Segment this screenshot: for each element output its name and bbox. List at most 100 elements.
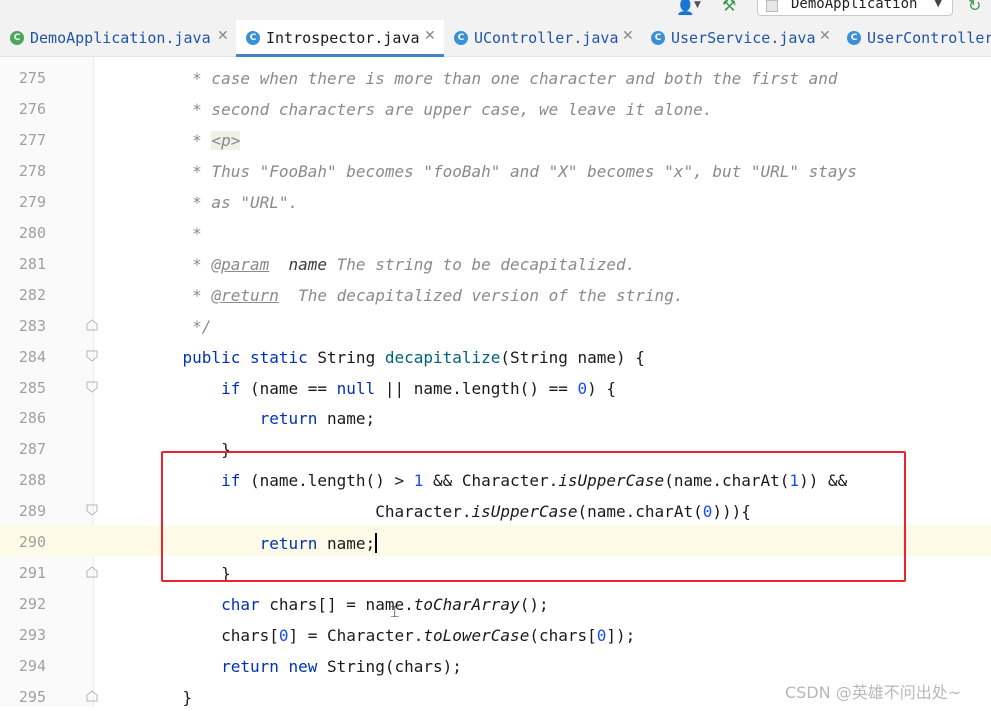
tab-ucontroller[interactable]: C UController.java ✕ [444, 20, 641, 56]
code-token: name [288, 254, 328, 274]
tab-userservice[interactable]: C UserService.java ✕ [641, 20, 837, 56]
code-token: } [144, 688, 193, 707]
code-token: || name.length() == [375, 378, 578, 398]
code-text: * as "URL". [144, 193, 298, 212]
code-text: * Thus "FooBah" becomes "fooBah" and "X"… [144, 162, 857, 181]
code-token: toCharArray [413, 595, 520, 615]
code-token: null [336, 378, 376, 398]
user-icon[interactable]: 👤 [676, 0, 695, 16]
spring-class-icon: C [10, 31, 24, 45]
fold-end-icon[interactable] [86, 566, 98, 578]
line-number: 279 [18, 192, 46, 211]
class-icon: C [246, 31, 260, 45]
code-token: * case when there is more than one chara… [144, 69, 838, 88]
code-text: * <p> [144, 130, 241, 150]
code-text: * @return The decapitalized version of t… [144, 286, 683, 305]
code-token: ]); [606, 626, 636, 646]
class-icon: C [651, 31, 665, 45]
tab-demoapplication[interactable]: C DemoApplication.java ✕ [0, 20, 236, 56]
line-number: 285 [18, 378, 46, 397]
line-number: 278 [18, 161, 46, 180]
code-token: * [144, 130, 212, 150]
code-token: String(chars); [317, 657, 462, 677]
tab-label: UserController [867, 29, 991, 47]
editor-tab-bar: C DemoApplication.java ✕ C Introspector.… [0, 20, 991, 57]
line-number: 288 [18, 471, 46, 490]
code-token: * [144, 254, 212, 274]
run-configuration-select[interactable]: DemoApplication ▼ [757, 0, 953, 16]
code-token: * Thus "FooBah" becomes "fooBah" and "X"… [144, 161, 857, 181]
tab-usercontroller[interactable]: C UserController [837, 20, 991, 56]
code-line[interactable]: 276 * second characters are upper case, … [0, 92, 991, 123]
code-token: The decapitalized version of the string. [278, 285, 684, 305]
line-number: 283 [18, 316, 46, 335]
code-line[interactable]: 275 * case when there is more than one c… [0, 61, 991, 92]
hammer-icon[interactable]: ⚒ [722, 0, 736, 15]
close-icon[interactable]: ✕ [819, 28, 831, 44]
code-line[interactable]: 285 if (name == null || name.length() ==… [0, 371, 991, 402]
code-text: chars[0] = Character.toLowerCase(chars[0… [144, 626, 635, 645]
watermark: CSDN @英雄不问出处~ [785, 683, 962, 702]
line-number: 286 [18, 409, 46, 428]
code-line[interactable]: 286 return name; [0, 401, 991, 432]
code-line[interactable]: 281 * @param name The string to be decap… [0, 247, 991, 278]
fold-start-icon[interactable] [86, 504, 98, 516]
rerun-icon[interactable]: ↻ [968, 0, 981, 15]
code-token: ] = Character. [288, 626, 424, 646]
code-text: * case when there is more than one chara… [144, 69, 838, 88]
line-number: 289 [18, 502, 46, 521]
tab-label: Introspector.java [266, 29, 420, 47]
code-line[interactable]: 293 chars[0] = Character.toLowerCase(cha… [0, 618, 991, 649]
code-text: if (name == null || name.length() == 0) … [144, 379, 616, 398]
code-token: * second characters are upper case, we l… [144, 99, 713, 119]
code-token: * [144, 285, 212, 305]
tab-introspector[interactable]: C Introspector.java ✕ [236, 20, 444, 57]
code-line[interactable]: 282 * @return The decapitalized version … [0, 278, 991, 309]
code-line[interactable]: 277 * <p> [0, 123, 991, 154]
code-token: 0 [278, 626, 289, 646]
line-number: 281 [18, 254, 46, 273]
fold-end-icon[interactable] [86, 318, 98, 331]
tab-label: UserService.java [671, 29, 816, 47]
code-text: public static String decapitalize(String… [144, 348, 645, 367]
code-token: 0 [577, 378, 588, 398]
code-line[interactable]: 294 return new String(chars); [0, 649, 991, 680]
close-icon[interactable]: ✕ [622, 28, 634, 44]
code-text: * @param name The string to be decapital… [144, 255, 635, 274]
code-text: * second characters are upper case, we l… [144, 100, 712, 119]
chevron-down-icon[interactable]: ▼ [694, 0, 701, 10]
fold-end-icon[interactable] [86, 690, 98, 702]
close-icon[interactable]: ✕ [217, 28, 229, 44]
fold-start-icon[interactable] [86, 350, 98, 362]
line-number: 294 [18, 657, 46, 676]
code-line[interactable]: 279 * as "URL". [0, 185, 991, 216]
line-number: 293 [18, 626, 46, 645]
close-icon[interactable]: ✕ [424, 28, 436, 44]
line-number: 280 [18, 223, 46, 242]
code-token: char [221, 595, 260, 615]
code-line[interactable]: 283 */ [0, 309, 991, 340]
line-number: 291 [18, 564, 46, 583]
code-line[interactable]: 278 * Thus "FooBah" becomes "fooBah" and… [0, 154, 991, 185]
code-token: String [307, 347, 385, 367]
code-token: * as "URL". [144, 192, 299, 212]
code-text: char chars[] = name.toCharArray(); [144, 595, 549, 614]
line-number: 292 [18, 595, 46, 614]
tab-label: UController.java [474, 29, 619, 47]
line-number: 276 [18, 99, 46, 118]
code-token: (String name) { [500, 347, 645, 367]
class-icon: C [454, 31, 468, 45]
code-token: The string to be decapitalized. [327, 254, 636, 274]
code-token: return [259, 409, 318, 429]
chevron-down-icon: ▼ [934, 0, 943, 9]
code-line[interactable]: 292 char chars[] = name.toCharArray(); [0, 587, 991, 618]
fold-start-icon[interactable] [86, 381, 98, 393]
code-line[interactable]: 280 * [0, 216, 991, 247]
code-token: * [144, 223, 202, 243]
code-line[interactable]: 284 public static String decapitalize(St… [0, 340, 991, 371]
